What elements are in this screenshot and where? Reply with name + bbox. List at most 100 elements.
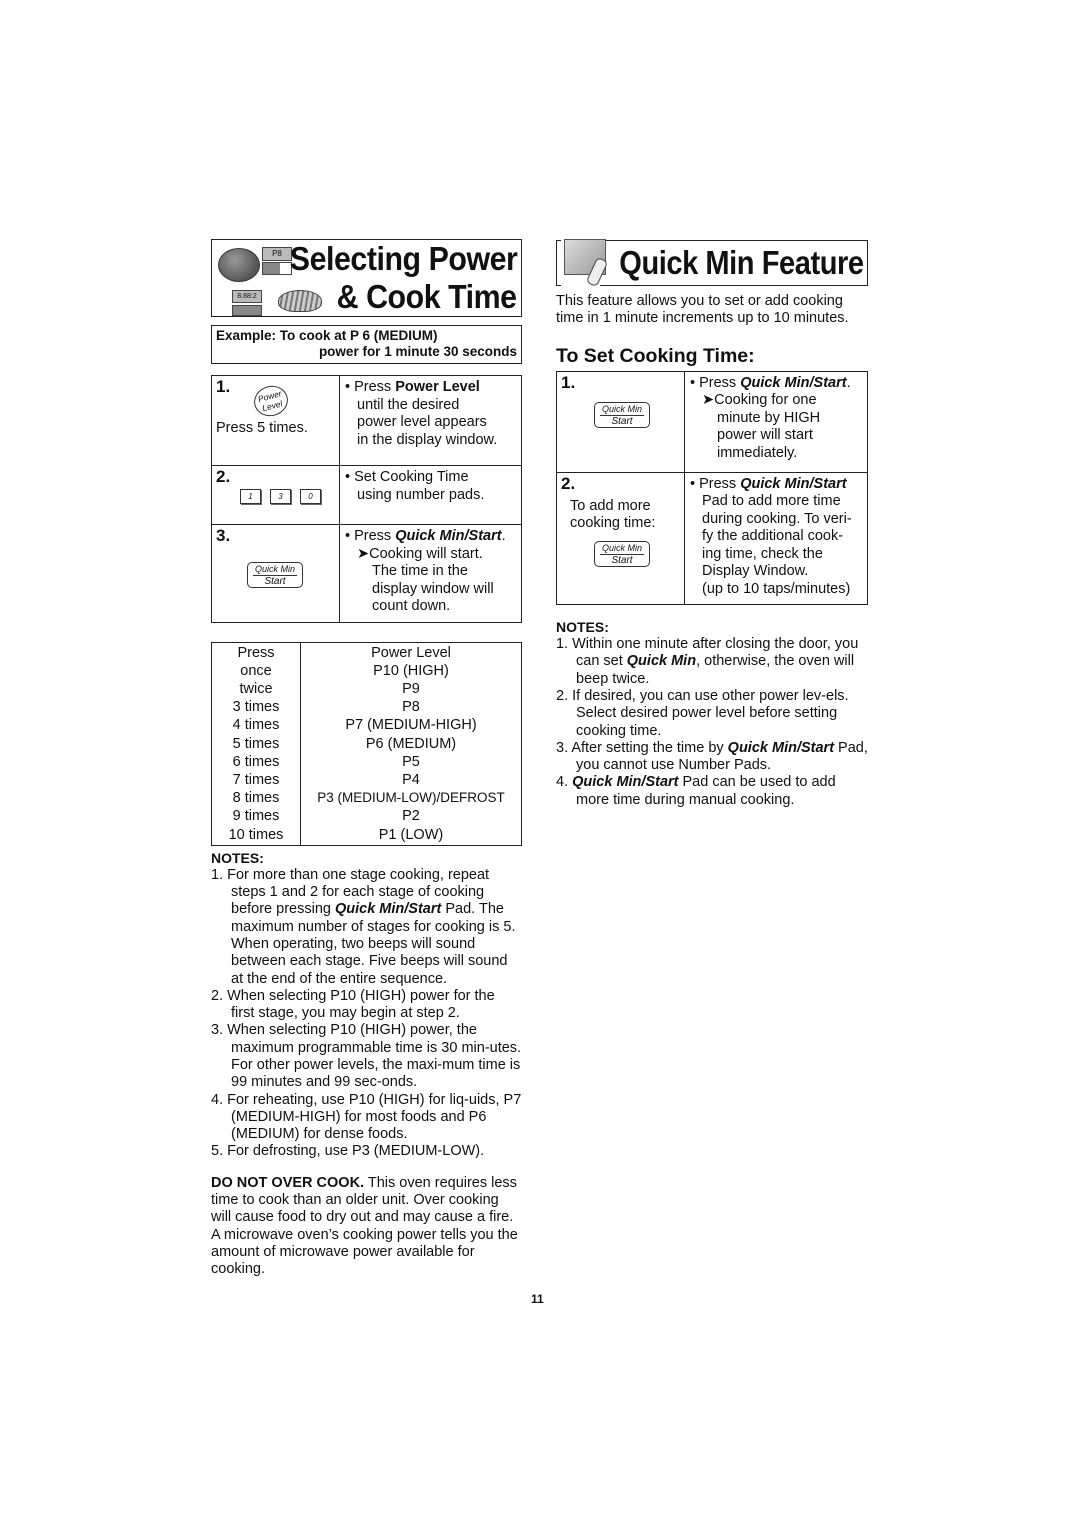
press-count: 7 times: [211, 770, 301, 790]
steps-table: 1. Quick Min Start • Press Quick Min/Sta…: [556, 370, 868, 606]
instruction-line: during cooking. To veri-: [702, 510, 852, 527]
instruction-line: minute by HIGH: [717, 409, 821, 426]
power-level: P2: [402, 808, 420, 825]
table-row: twice P9: [211, 679, 522, 699]
instruction-line: The time in the: [372, 563, 468, 579]
section-title: Quick Min Feature: [619, 244, 865, 281]
step-row: 2. To add more cooking time: Quick Min S…: [556, 471, 868, 606]
power-level-table: Press Power Level once P10 (HIGH) twice P9…: [211, 641, 522, 846]
step-row: 3. Quick Min Start • Press Quick Min/Sta…: [211, 524, 522, 623]
instruction-line: in the display window.: [357, 431, 498, 448]
instruction-line: ➤Cooking for one: [702, 392, 817, 409]
note-item: 1. For more than one stage cooking, repe…: [211, 866, 516, 987]
power-bar-icon: [262, 262, 292, 275]
table-row: 4 times P7 (MEDIUM-HIGH): [211, 716, 522, 735]
number-pad-icon: 0: [300, 489, 321, 504]
step-caption: To add more: [570, 497, 651, 514]
step-number: 1.: [561, 372, 576, 392]
table-row: 7 times P4: [211, 770, 522, 790]
notes-list: 1. For more than one stage cooking, repe…: [211, 867, 522, 1161]
quick-min-start-pad-icon: Quick Min Start: [247, 562, 303, 588]
instruction-line: • Press Quick Min/Start.: [690, 374, 851, 391]
instruction-line: using number pads.: [357, 486, 485, 503]
power-level: P6 (MEDIUM): [365, 735, 457, 752]
instruction-line: power will start: [717, 427, 813, 444]
step-row: 1. Power Level Press 5 times. • Press Pow…: [211, 375, 522, 466]
press-count: 8 times: [211, 789, 301, 808]
step-caption: cooking time:: [570, 515, 656, 532]
press-count: 3 times: [211, 698, 301, 717]
instruction-line: fy the additional cook-: [702, 528, 844, 545]
instruction-line: Pad to add more time: [702, 493, 841, 510]
instruction-line: (up to 10 taps/minutes): [702, 580, 851, 597]
instruction-line: Display Window.: [702, 563, 809, 580]
display-icon: P8: [262, 247, 292, 261]
power-level: P4: [402, 771, 420, 788]
display-icon: 8:88:2: [232, 290, 262, 303]
table-row: 10 times P1 (LOW): [211, 825, 522, 846]
step-left-cell: 2. To add more cooking time: Quick Min S…: [556, 471, 685, 606]
step-left-cell: 3. Quick Min Start: [211, 524, 340, 623]
note-item: 5. For defrosting, use P3 (MEDIUM-LOW).: [211, 1143, 485, 1160]
instruction-line: • Press Quick Min/Start.: [345, 528, 506, 544]
step-instructions: • Press Power Level until the desired po…: [339, 375, 522, 466]
table-row: 6 times P5: [211, 752, 522, 771]
step-instructions: • Press Quick Min/Start Pad to add more …: [684, 471, 868, 606]
example-line: Example: To cook at P 6 (MEDIUM): [216, 328, 438, 343]
subheading: To Set Cooking Time:: [556, 344, 755, 367]
power-level: P8: [402, 699, 420, 716]
step-number: 2.: [216, 467, 231, 486]
step-number: 2.: [561, 473, 576, 493]
selecting-power-section: P8 8:88:2 Selecting Power & Cook Time Ex…: [211, 239, 522, 1279]
instruction-line: • Set Cooking Time: [345, 469, 469, 485]
step-left-cell: 1. Power Level Press 5 times.: [211, 375, 340, 466]
notes-heading: NOTES:: [556, 619, 609, 636]
intro-paragraph: This feature allows you to set or add co…: [556, 293, 849, 327]
page-number: 11: [531, 1292, 544, 1306]
instruction-line: ➤Cooking will start.: [357, 545, 483, 562]
press-count: 5 times: [211, 734, 301, 753]
step-instructions: • Set Cooking Time using number pads.: [339, 465, 522, 525]
note-item: 1. Within one minute after closing the d…: [556, 636, 859, 687]
instruction-line: immediately.: [717, 444, 798, 461]
power-level: P1 (LOW): [378, 826, 444, 843]
instruction-line: • Press Power Level: [345, 379, 480, 395]
press-count: 10 times: [211, 825, 301, 846]
section-title: Selecting Power: [289, 240, 517, 277]
table-row: 5 times P6 (MEDIUM): [211, 734, 522, 753]
press-count: once: [211, 661, 301, 680]
press-count: 4 times: [211, 716, 301, 735]
notes-list: 1. Within one minute after closing the d…: [556, 636, 868, 809]
table-header-row: Press Power Level: [211, 642, 522, 662]
power-level: P10 (HIGH): [373, 662, 449, 679]
section-title-box: P8 8:88:2 Selecting Power & Cook Time: [211, 239, 522, 317]
hand-pressing-pad-icon: [564, 239, 606, 275]
instruction-line: display window will: [372, 580, 494, 597]
press-count: 6 times: [211, 752, 301, 771]
quick-min-start-pad-icon: Quick Min Start: [594, 540, 650, 567]
example-line: power for 1 minute 30 seconds: [318, 344, 517, 359]
table-row: 3 times P8: [211, 698, 522, 717]
number-pad-icon: 1: [240, 489, 261, 504]
instruction-line: until the desired: [357, 396, 460, 413]
warning-paragraph: DO NOT OVER COOK. This oven requires les…: [211, 1174, 518, 1278]
step-caption: Press 5 times.: [216, 420, 308, 436]
note-item: 2. When selecting P10 (HIGH) power for t…: [211, 987, 495, 1022]
power-bar-icon: [232, 305, 262, 316]
note-item: 3. When selecting P10 (HIGH) power, the …: [211, 1022, 522, 1091]
instruction-line: power level appears: [357, 414, 487, 430]
note-item: 4. For reheating, use P10 (HIGH) for liq…: [211, 1091, 522, 1143]
press-count: 9 times: [211, 807, 301, 826]
instruction-line: ing time, check the: [702, 545, 823, 562]
step-row: 2. 1 3 0 • Set Cooking Time using number…: [211, 465, 522, 525]
table-row: 9 times P2: [211, 807, 522, 826]
steps-table: 1. Power Level Press 5 times. • Press Pow…: [211, 375, 522, 623]
quick-min-section: Quick Min Feature This feature allows yo…: [556, 239, 868, 809]
step-left-cell: 1. Quick Min Start: [556, 370, 685, 473]
number-pad-icon: 3: [270, 489, 291, 504]
instruction-line: • Press Quick Min/Start: [690, 475, 847, 492]
section-title: & Cook Time: [337, 278, 517, 315]
step-row: 1. Quick Min Start • Press Quick Min/Sta…: [556, 370, 868, 473]
column-header: Power Level: [371, 644, 451, 661]
table-row: once P10 (HIGH): [211, 661, 522, 680]
